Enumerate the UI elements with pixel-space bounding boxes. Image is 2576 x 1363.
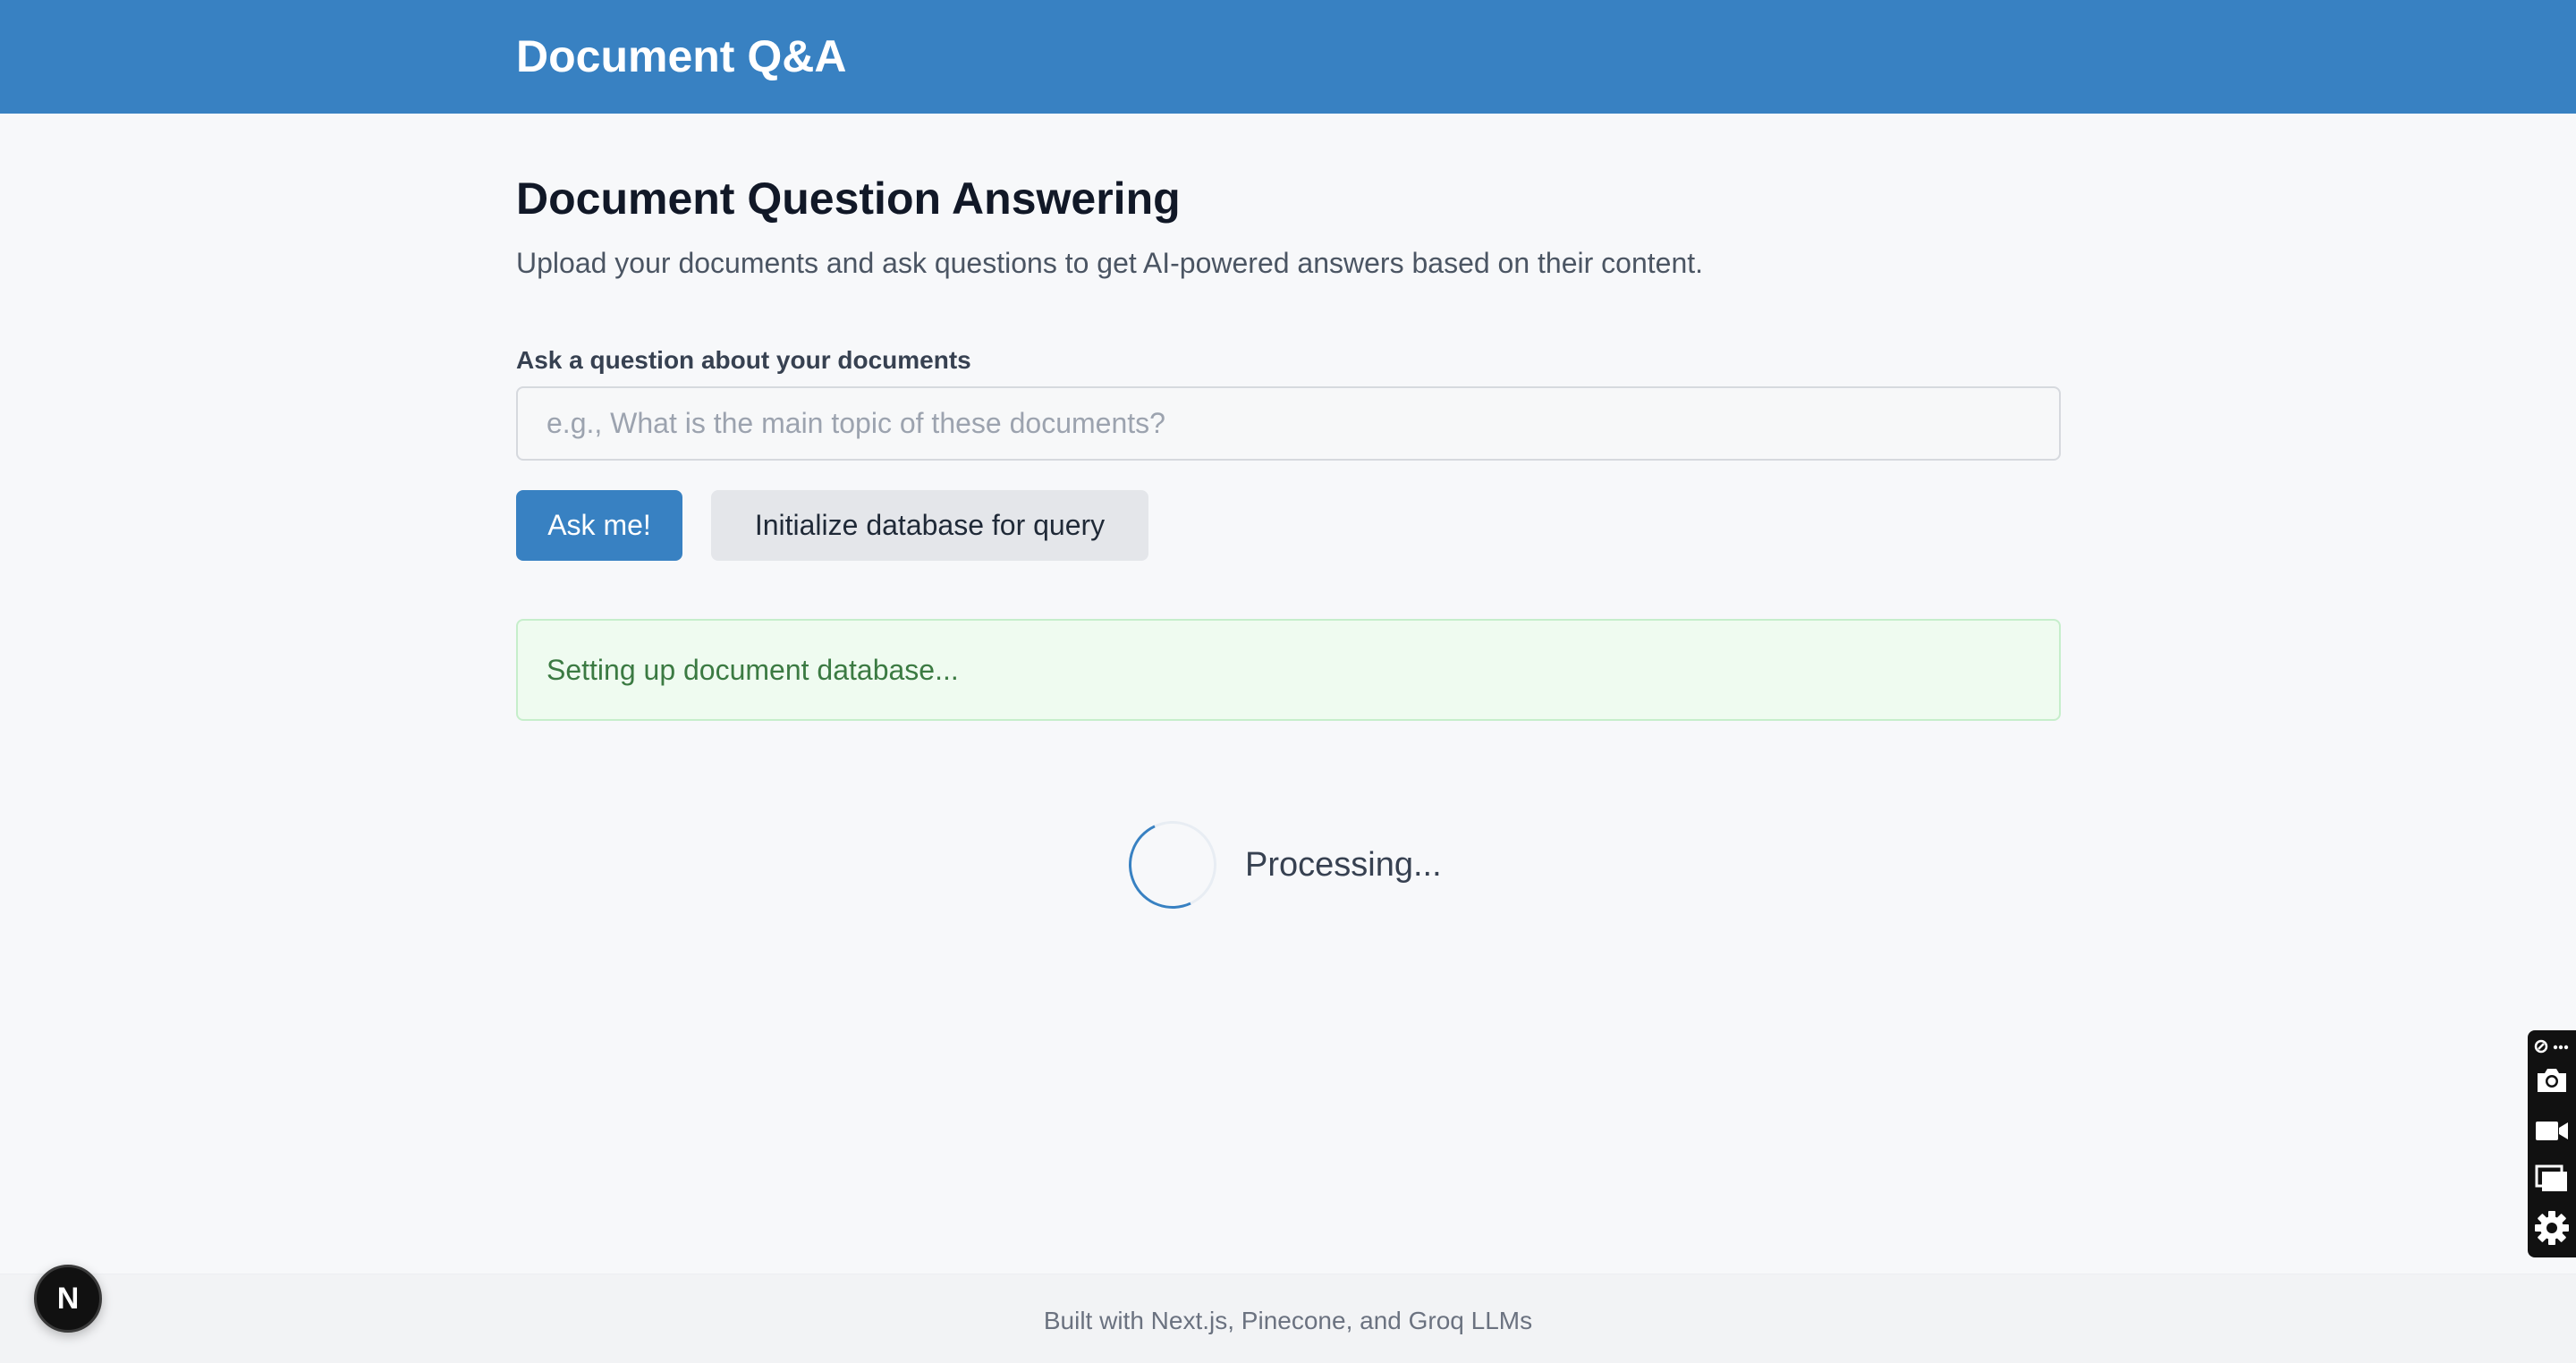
loading-spinner-icon: [1116, 808, 1229, 921]
video-icon[interactable]: [2528, 1113, 2576, 1152]
status-message: Setting up document database...: [547, 654, 959, 686]
question-input[interactable]: [516, 386, 2061, 461]
footer: Built with Next.js, Pinecone, and Groq L…: [0, 1274, 2576, 1363]
camera-icon[interactable]: [2528, 1062, 2576, 1102]
windows-icon[interactable]: [2528, 1161, 2576, 1200]
footer-text: Built with Next.js, Pinecone, and Groq L…: [1043, 1307, 1533, 1334]
link-more-icon[interactable]: [2528, 1037, 2576, 1057]
initialize-database-button[interactable]: Initialize database for query: [711, 490, 1148, 561]
status-message-box: Setting up document database...: [516, 619, 2061, 721]
ask-button[interactable]: Ask me!: [516, 490, 682, 561]
app-header: Document Q&A: [0, 0, 2576, 114]
page: Document Q&A Document Question Answering…: [0, 0, 2576, 1363]
processing-label: Processing...: [1245, 846, 1442, 884]
recorder-toolbar: [2528, 1030, 2576, 1257]
nextjs-dev-badge[interactable]: N: [34, 1265, 102, 1333]
app-title: Document Q&A: [516, 31, 847, 81]
gear-icon[interactable]: [2528, 1209, 2576, 1249]
question-label: Ask a question about your documents: [516, 346, 971, 374]
page-subtitle: Upload your documents and ask questions …: [516, 247, 1704, 279]
page-title: Document Question Answering: [516, 174, 1181, 224]
